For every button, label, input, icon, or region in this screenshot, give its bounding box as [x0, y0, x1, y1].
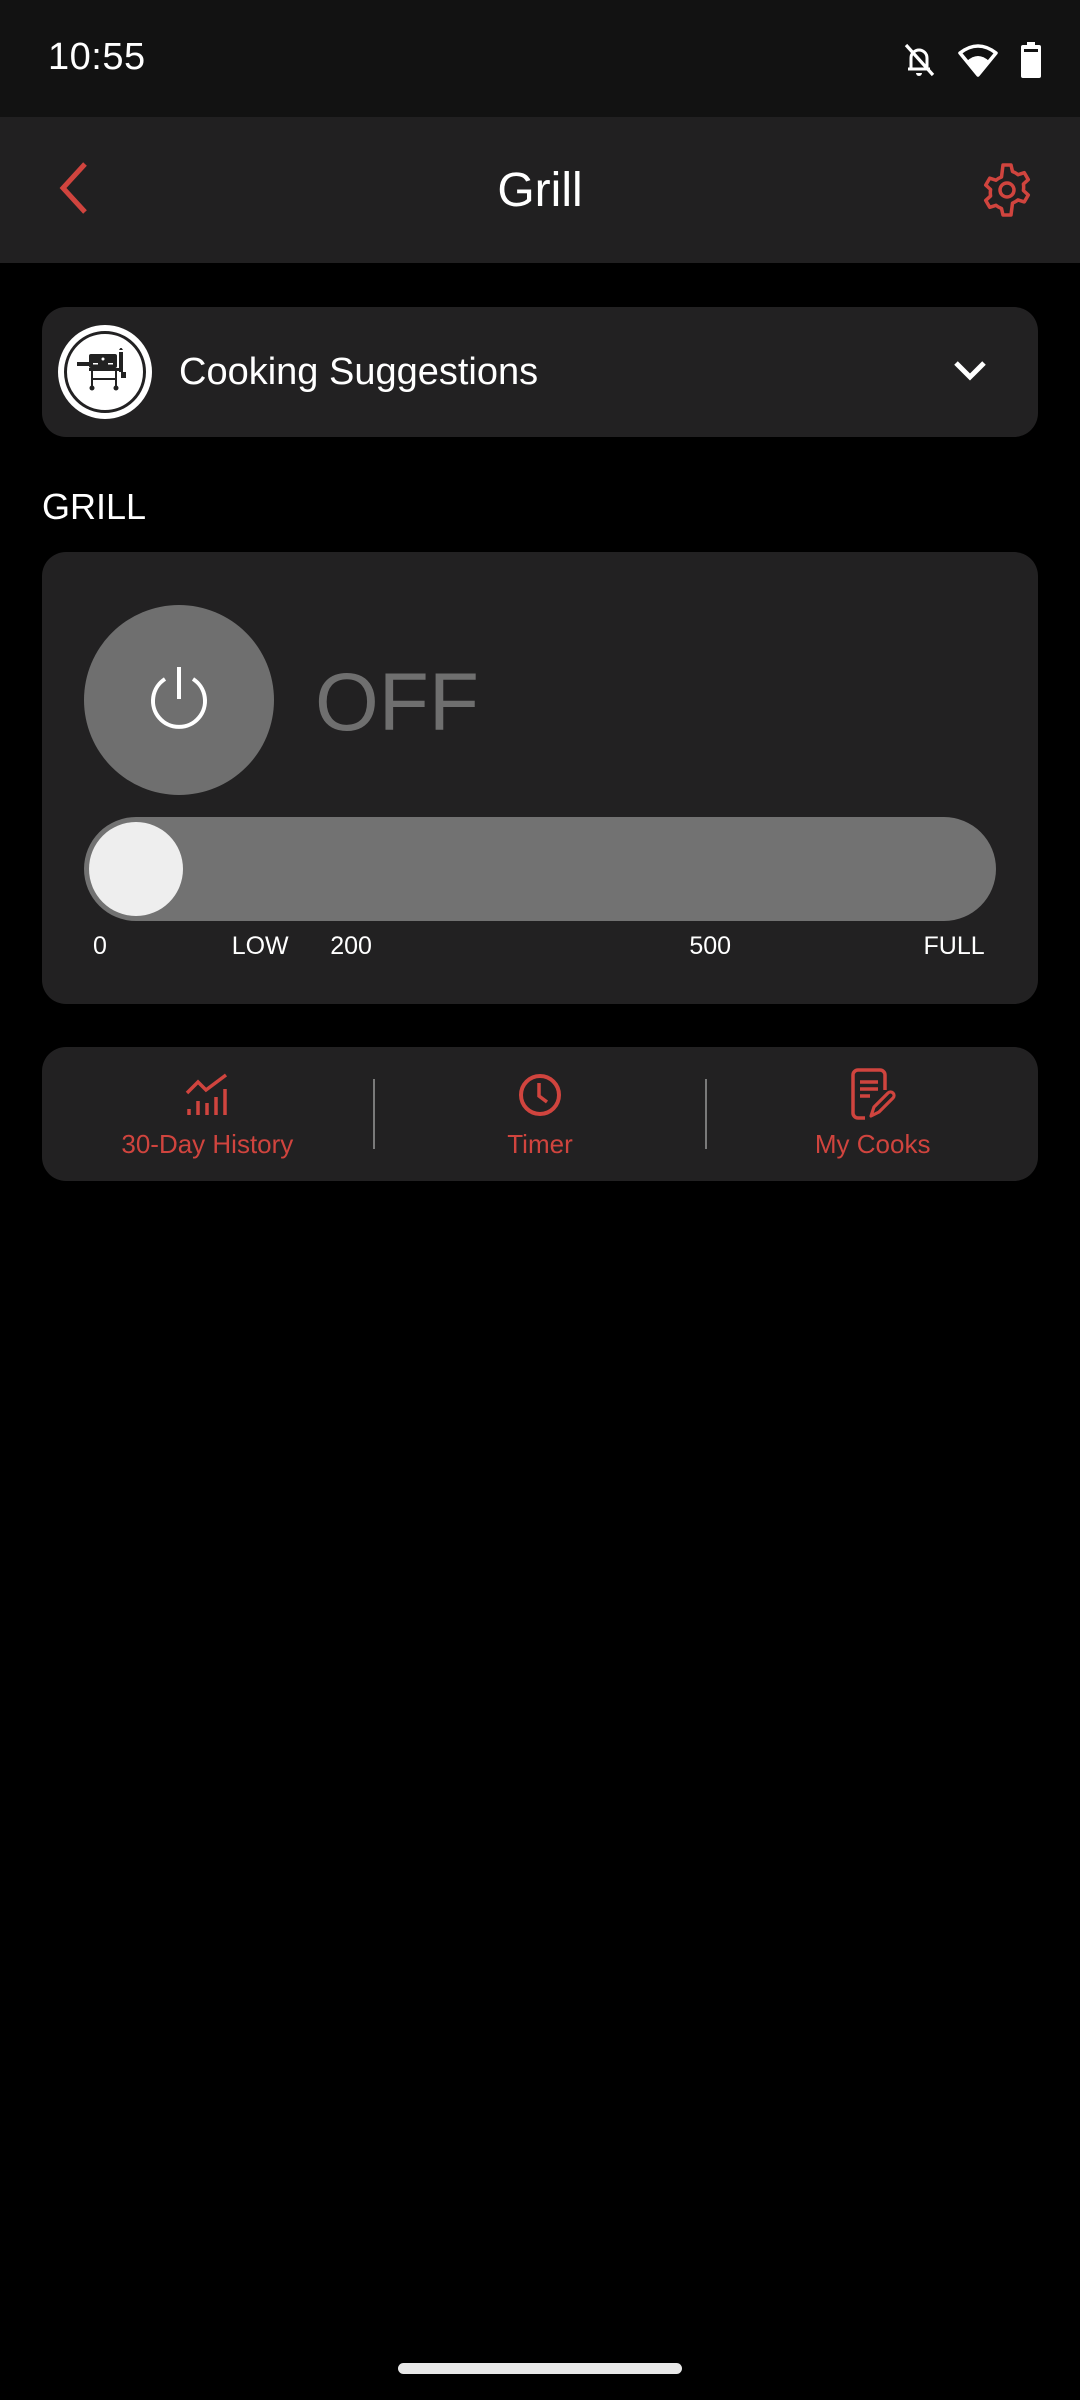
status-bar: 10:55 — [0, 0, 1080, 117]
grill-section-label: GRILL — [42, 486, 147, 527]
slider-tick-label: 500 — [689, 932, 732, 960]
slider-thumb[interactable] — [89, 822, 183, 916]
power-button[interactable] — [84, 605, 274, 795]
my-cooks-button[interactable]: My Cooks — [707, 1047, 1038, 1181]
gear-icon — [979, 162, 1035, 223]
document-edit-icon — [847, 1068, 899, 1121]
wifi-icon — [958, 43, 998, 77]
slider-tick-label: 200 — [330, 932, 372, 960]
home-indicator[interactable] — [398, 2363, 682, 2374]
app-bar: Grill — [0, 117, 1080, 263]
temperature-slider[interactable] — [84, 817, 996, 921]
settings-button[interactable] — [974, 159, 1040, 225]
grill-icon — [75, 346, 135, 397]
timer-label: Timer — [507, 1129, 573, 1159]
slider-tick-label: LOW — [231, 932, 289, 960]
notifications-off-icon — [902, 42, 936, 78]
slider-tick-label: FULL — [923, 932, 985, 960]
actions-card: 30-Day History Timer My Cooks — [42, 1047, 1038, 1181]
clock-icon — [514, 1069, 566, 1121]
battery-icon — [1020, 42, 1042, 78]
power-state-text: OFF — [315, 657, 479, 748]
history-button[interactable]: 30-Day History — [42, 1047, 373, 1181]
cooking-suggestions-dropdown[interactable]: Cooking Suggestions — [42, 307, 1038, 437]
page-title: Grill — [497, 164, 583, 217]
timer-button[interactable]: Timer — [375, 1047, 706, 1181]
slider-tick-label: 0 — [93, 932, 107, 960]
history-label: 30-Day History — [121, 1129, 294, 1159]
status-icons — [902, 38, 1042, 82]
chart-trend-icon — [181, 1069, 233, 1121]
grill-avatar — [58, 325, 152, 419]
chevron-down-icon — [952, 353, 988, 389]
status-time: 10:55 — [48, 36, 146, 78]
power-icon — [144, 663, 214, 738]
cooking-suggestions-label: Cooking Suggestions — [179, 351, 539, 393]
my-cooks-label: My Cooks — [814, 1129, 931, 1159]
grill-control-card: OFF 0 LOW 200 500 FULL — [42, 552, 1038, 1004]
